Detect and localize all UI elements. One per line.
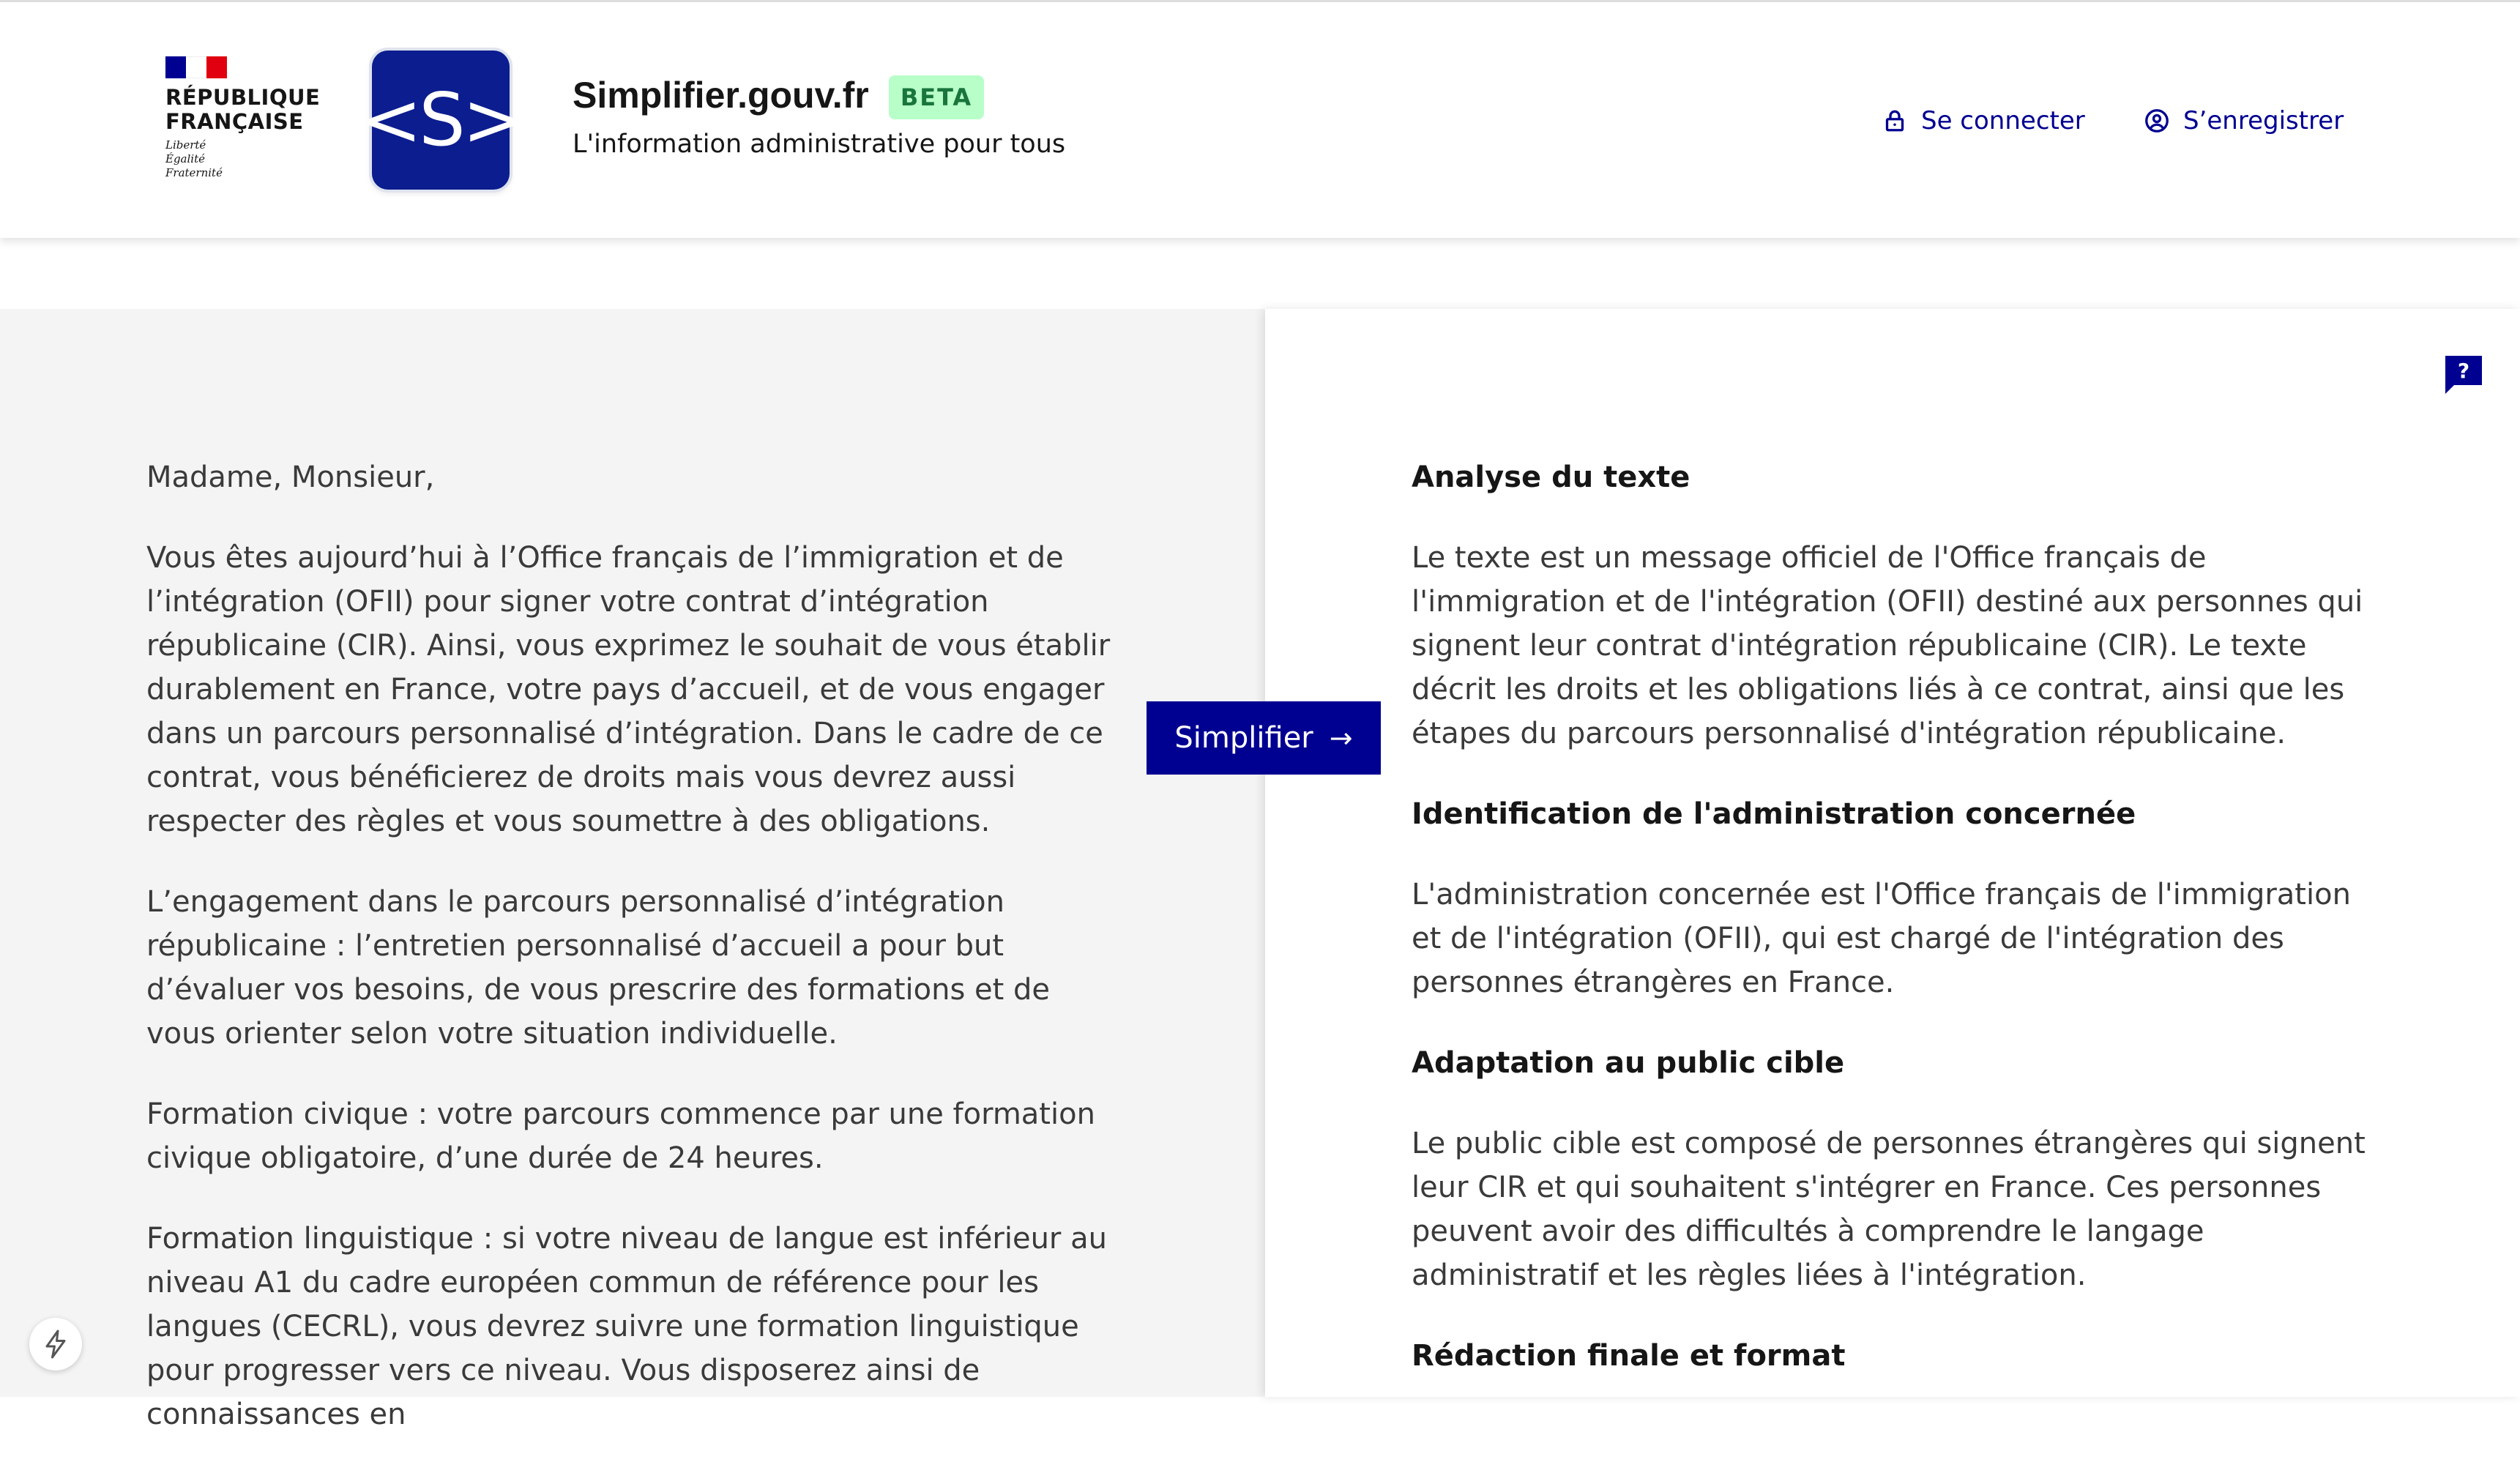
lightning-icon — [45, 1330, 66, 1359]
register-link-label: S’enregistrer — [2183, 106, 2344, 135]
input-text-panel[interactable]: Madame, Monsieur, Vous êtes aujourd’hui … — [0, 309, 1265, 1431]
motto-fraternite: Fraternité — [165, 166, 223, 179]
help-button-label: ? — [2458, 359, 2469, 383]
input-paragraph: Madame, Monsieur, — [146, 460, 435, 494]
simplify-button[interactable]: Simplifier → — [1147, 701, 1381, 775]
simplify-button-label: Simplifier — [1174, 721, 1313, 755]
input-paragraph: Formation linguistique : si votre niveau… — [146, 1222, 1107, 1431]
login-link-label: Se connecter — [1921, 106, 2085, 135]
result-text: Analyse du texte Le texte est un message… — [1412, 455, 2378, 1414]
beta-badge: BETA — [889, 75, 984, 119]
help-button[interactable]: ? — [2445, 356, 2482, 394]
help-bubble-icon: ? — [2445, 356, 2482, 394]
french-flag-icon — [165, 56, 227, 78]
site-title[interactable]: Simplifier.gouv.fr — [573, 74, 869, 116]
section-body: Le texte est un message officiel de l'Of… — [1412, 541, 2363, 750]
input-text[interactable]: Madame, Monsieur, Vous êtes aujourd’hui … — [146, 455, 1120, 1473]
register-link[interactable]: S’enregistrer — [2144, 105, 2344, 137]
republic-name-line1: RÉPUBLIQUE — [165, 85, 321, 110]
section-body: L'administration concernée est l'Office … — [1412, 878, 2351, 999]
input-paragraph: Formation civique : votre parcours comme… — [146, 1097, 1095, 1175]
floating-action-button[interactable] — [29, 1318, 82, 1371]
site-tagline: L'information administrative pour tous — [573, 130, 1066, 159]
lock-icon — [1885, 110, 1904, 132]
republic-name: RÉPUBLIQUE FRANÇAISE — [165, 86, 327, 134]
section-body: Le public cible est composé de personnes… — [1412, 1127, 2366, 1292]
republique-francaise-logo[interactable]: RÉPUBLIQUE FRANÇAISE Liberté Égalité Fra… — [165, 56, 320, 188]
result-panel: Analyse du texte Le texte est un message… — [1265, 309, 2520, 1397]
app-logo-text: <S> — [360, 77, 523, 163]
login-link[interactable]: Se connecter — [1882, 105, 2085, 137]
republic-motto: Liberté Égalité Fraternité — [165, 138, 312, 180]
user-circle-icon — [2145, 109, 2169, 133]
site-header: RÉPUBLIQUE FRANÇAISE Liberté Égalité Fra… — [0, 0, 2520, 238]
section-title: Analyse du texte — [1412, 460, 1690, 494]
section-title: Identification de l'administration conce… — [1412, 797, 2136, 831]
app-logo[interactable]: <S> — [360, 51, 524, 190]
section-title: Adaptation au public cible — [1412, 1046, 1845, 1080]
motto-liberte: Liberté — [165, 138, 206, 152]
section-title: Rédaction finale et format — [1412, 1339, 1846, 1373]
input-paragraph: Vous êtes aujourd’hui à l’Office françai… — [146, 541, 1111, 838]
motto-egalite: Égalité — [165, 152, 205, 165]
input-paragraph: L’engagement dans le parcours personnali… — [146, 885, 1051, 1051]
republic-name-line2: FRANÇAISE — [165, 109, 304, 134]
arrow-right-icon: → — [1329, 722, 1353, 754]
